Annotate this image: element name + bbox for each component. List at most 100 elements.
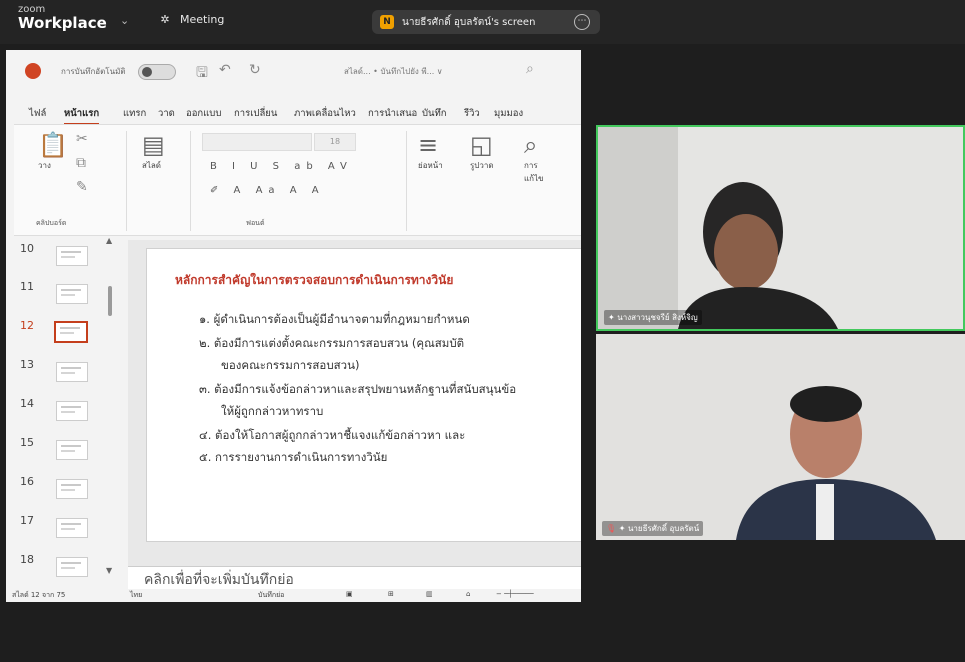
tab-record[interactable]: บันทึก — [422, 106, 447, 121]
tab-design[interactable]: ออกแบบ — [186, 106, 221, 121]
zoom-top-bar: zoom Workplace ⌄ ✲ Meeting N นายธีรศักดิ์… — [0, 0, 965, 44]
participant-name: นายธีรศักดิ์ อุบลรัตน์ — [627, 524, 700, 533]
slide-thumbnail[interactable] — [56, 479, 88, 499]
scrollbar-thumb[interactable] — [108, 286, 112, 316]
slide-editor: หลักการสำคัญในการตรวจสอบการดำเนินการทางว… — [128, 240, 581, 566]
current-slide[interactable]: หลักการสำคัญในการตรวจสอบการดำเนินการทางว… — [146, 248, 581, 542]
font-size-select[interactable]: 18 — [314, 133, 356, 151]
copy-icon[interactable]: ⧉ — [76, 155, 86, 171]
participant-video[interactable]: 🎙 ✦ นายธีรศักดิ์ อุบลรัตน์ — [596, 334, 965, 540]
share-name: นายธีรศักดิ์ อุบลรัตน์'s screen — [402, 17, 536, 28]
slide-thumbnail[interactable] — [56, 401, 88, 421]
file-name[interactable]: สไลด์... • บันทึกไปยัง พี... ∨ — [344, 65, 443, 78]
autosave-toggle[interactable] — [138, 64, 176, 80]
meeting-label: Meeting — [180, 13, 225, 26]
new-slide-icon: ▤ — [142, 131, 165, 159]
slide-thumbnail[interactable] — [56, 246, 88, 266]
color-buttons[interactable]: ✐ A Aa A A — [210, 185, 325, 196]
normal-view-icon[interactable]: ▣ — [346, 590, 353, 598]
slide-sorter-icon[interactable]: ⊞ — [388, 590, 394, 598]
editing-button[interactable]: ⌕ การ แก้ไข — [524, 131, 544, 185]
zoom-slider[interactable]: − ─┼───── — [496, 590, 534, 598]
slide-thumbnail[interactable] — [56, 284, 88, 304]
thumb-number: 16 — [20, 475, 34, 488]
notes-pane[interactable]: คลิกเพื่อที่จะเพิ่มบันทึกย่อ — [128, 566, 581, 589]
language-indicator[interactable]: ไทย — [130, 590, 142, 601]
thumbnail-scrollbar[interactable]: ▲ ▼ — [106, 236, 112, 582]
thumb-number: 13 — [20, 358, 34, 371]
clipboard-icon: 📋 — [38, 131, 68, 159]
undo-icon[interactable]: ↶ — [219, 62, 231, 78]
redo-icon[interactable]: ↻ — [249, 62, 261, 78]
ribbon-tabs: ไฟล์ หน้าแรก แทรก วาด ออกแบบ การเปลี่ยน … — [6, 100, 581, 125]
search-icon[interactable]: ⌕ — [526, 61, 534, 77]
participant-name-label: 🎙 ✦ นายธีรศักดิ์ อุบลรัตน์ — [602, 521, 704, 536]
status-bar: สไลด์ 12 จาก 75 ไทย บันทึกย่อ ▣ ⊞ ▥ ⌂ − … — [6, 590, 581, 602]
participant-name: นางสาวนุชจรีย์ สิงห์จิญ — [617, 313, 698, 322]
slide-thumbnail[interactable] — [56, 557, 88, 577]
muted-mic-icon: 🎙 — [606, 524, 617, 533]
cut-icon[interactable]: ✂ — [76, 131, 88, 147]
powerpoint-logo-icon — [25, 63, 41, 79]
font-family-select[interactable] — [202, 133, 312, 151]
participants-icon: ✲ — [160, 13, 170, 26]
thumb-number: 15 — [20, 436, 34, 449]
chevron-down-icon[interactable]: ⌄ — [120, 14, 129, 27]
more-options-icon[interactable]: ⋯ — [574, 14, 590, 30]
tab-draw[interactable]: วาด — [158, 106, 175, 121]
paste-button[interactable]: 📋 วาง — [38, 131, 68, 172]
slides-label: สไลด์ — [142, 161, 162, 170]
slides-button[interactable]: ▤ สไลด์ — [142, 131, 165, 172]
slide-thumbnail[interactable] — [56, 440, 88, 460]
participant-video-frame — [598, 127, 963, 329]
tab-animations[interactable]: ภาพเคลื่อนไหว — [294, 106, 356, 121]
tab-slideshow[interactable]: การนำเสนอ — [368, 106, 417, 121]
tab-review[interactable]: รีวิว — [464, 106, 480, 121]
tab-view[interactable]: มุมมอง — [494, 106, 523, 121]
slide-thumbnail-current[interactable] — [54, 321, 88, 343]
paste-label: วาง — [38, 161, 51, 170]
slide-bullet: ๕. การรายงานการดำเนินการทางวินัย — [199, 450, 388, 464]
slide-bullet: ๑. ผู้ดำเนินการต้องเป็นผู้มีอำนาจตามที่ก… — [199, 312, 470, 326]
shapes-button[interactable]: ◱ รูปวาด — [470, 131, 494, 172]
scroll-down-icon[interactable]: ▼ — [106, 566, 112, 575]
shapes-icon: ◱ — [470, 131, 493, 159]
thumb-number: 11 — [20, 280, 34, 293]
paragraph-label: ย่อหน้า — [418, 161, 443, 170]
screen-share-indicator[interactable]: N นายธีรศักดิ์ อุบลรัตน์'s screen ⋯ — [372, 10, 600, 34]
zoom-brand: zoom Workplace — [18, 5, 107, 31]
meeting-menu[interactable]: ✲ Meeting — [158, 13, 224, 26]
presenter-view-icon[interactable]: ⌂ — [466, 590, 470, 598]
tab-insert[interactable]: แทรก — [123, 106, 146, 121]
save-icon[interactable]: 🖫 — [196, 62, 208, 86]
notes-placeholder: คลิกเพื่อที่จะเพิ่มบันทึกย่อ — [144, 572, 294, 588]
tab-home[interactable]: หน้าแรก — [64, 106, 100, 125]
slide-bullet-cont: ของคณะกรรมการสอบสวน) — [221, 358, 360, 372]
slide-thumbnail[interactable] — [56, 362, 88, 382]
tab-transitions[interactable]: การเปลี่ยน — [234, 106, 277, 121]
thumb-number: 10 — [20, 242, 34, 255]
thumb-number-current: 12 — [20, 319, 34, 332]
ribbon-divider — [126, 131, 127, 231]
slide-bullet: ๒. ต้องมีการแต่งตั้งคณะกรรมการสอบสวน (คุ… — [199, 336, 465, 350]
slide-title: หลักการสำคัญในการตรวจสอบการดำเนินการทางว… — [175, 273, 454, 287]
format-painter-icon[interactable]: ✎ — [76, 179, 88, 195]
format-buttons[interactable]: B I U S ab AV — [210, 161, 353, 172]
slide-bullet-cont: ให้ผู้ถูกกล่าวหาทราบ — [221, 404, 324, 418]
participant-video-frame — [596, 334, 965, 540]
tab-file[interactable]: ไฟล์ — [29, 106, 46, 121]
scroll-up-icon[interactable]: ▲ — [106, 236, 112, 245]
paragraph-button[interactable]: ≡ ย่อหน้า — [418, 131, 443, 172]
align-icon: ≡ — [418, 131, 439, 159]
participant-name-label: ✦ นางสาวนุชจรีย์ สิงห์จิญ — [604, 310, 702, 325]
ribbon-divider — [406, 131, 407, 231]
reading-view-icon[interactable]: ▥ — [426, 590, 433, 598]
participant-video-speaker[interactable]: ✦ นางสาวนุชจรีย์ สิงห์จิญ — [596, 125, 965, 331]
presenter-avatar: N — [380, 15, 394, 29]
ribbon: 📋 วาง ✂ ⧉ ✎ คลิปบอร์ด ▤ สไลด์ 18 B I U S… — [14, 124, 581, 236]
ribbon-divider — [190, 131, 191, 231]
thumb-number: 17 — [20, 514, 34, 527]
slide-thumbnail[interactable] — [56, 518, 88, 538]
ppt-title-bar: การบันทึกอัตโนมัติ 🖫 ↶ ↻ สไลด์... • บันท… — [6, 50, 581, 98]
notes-button[interactable]: บันทึกย่อ — [258, 590, 284, 601]
